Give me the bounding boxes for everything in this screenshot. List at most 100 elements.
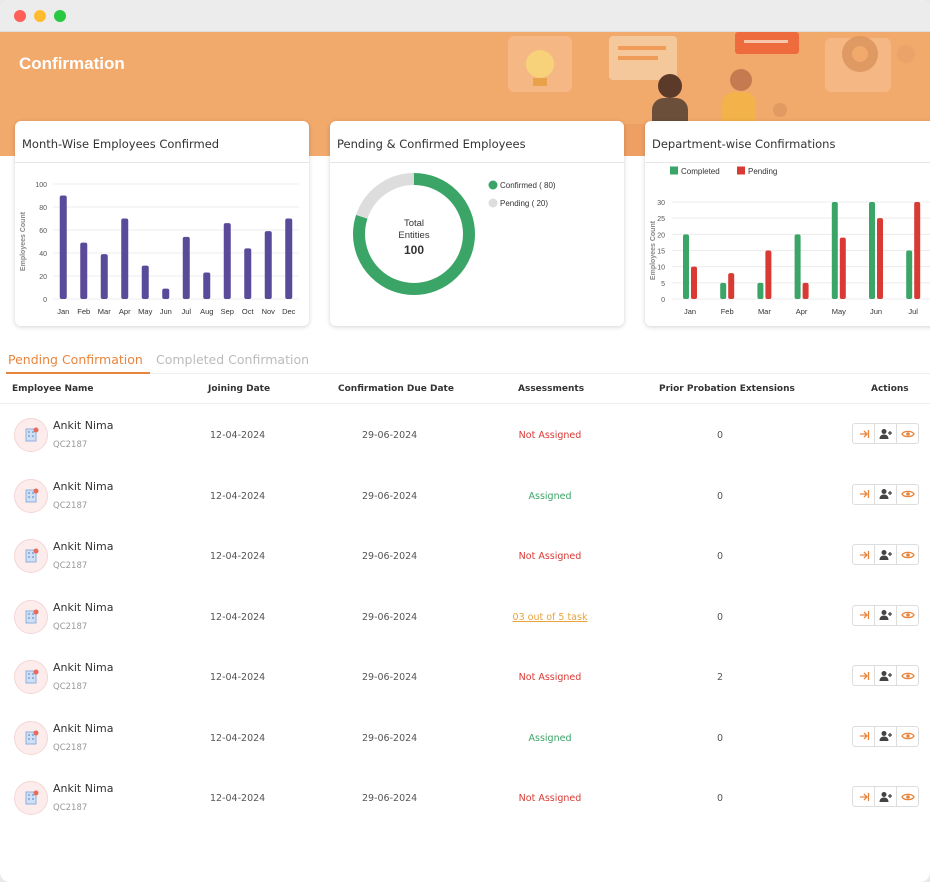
table-row[interactable]: Ankit Nima QC2187 12-04-2024 29-06-2024 … [0,465,930,526]
pending-confirmed-chart-card: Pending & Confirmed Employees Total Entit… [330,121,624,326]
legend-label: Confirmed ( 80) [500,181,556,190]
y-tick-label: 20 [657,232,665,239]
assign-action-button[interactable] [874,665,897,686]
bar [914,202,921,299]
table-row[interactable]: Ankit Nima QC2187 12-04-2024 29-06-2024 … [0,525,930,586]
bar [244,248,252,299]
bar [728,273,735,299]
employee-name[interactable]: Ankit Nima [53,540,113,553]
bar [162,288,170,299]
add-user-icon [879,731,892,741]
row-actions [852,483,919,505]
confirm-action-button[interactable] [852,604,875,626]
minimize-window-button[interactable] [34,9,46,22]
table-row[interactable]: Ankit Nima QC2187 12-04-2024 29-06-2024 … [0,404,930,465]
employee-name[interactable]: Ankit Nima [53,722,113,735]
add-user-icon [879,428,892,439]
bar [794,234,801,299]
building-icon [25,790,39,805]
close-window-button[interactable] [14,9,26,22]
assign-action-button[interactable] [874,483,897,505]
employee-name[interactable]: Ankit Nima [53,661,113,674]
view-action-button[interactable] [896,725,919,747]
y-tick-label: 25 [657,216,665,223]
y-tick-label: 15 [657,249,665,256]
assign-action-button[interactable] [874,544,897,565]
building-icon [25,488,39,502]
view-action-button[interactable] [896,423,919,444]
employee-id: QC2187 [53,561,88,571]
employee-name[interactable]: Ankit Nima [53,782,113,795]
table-row[interactable]: Ankit Nima QC2187 12-04-2024 29-06-2024 … [0,586,930,647]
employee-id: QC2187 [53,803,88,813]
x-tick-label: Feb [721,307,734,316]
confirm-action-button[interactable] [852,725,875,747]
tab-pending-confirmation[interactable]: Pending Confirmation [8,352,143,367]
prior-extensions: 2 [717,672,724,683]
view-action-button[interactable] [896,786,919,807]
column-header-due-date[interactable]: Confirmation Due Date [338,384,454,394]
column-header-extensions[interactable]: Prior Probation Extensions [659,384,795,394]
column-header-assessments[interactable]: Assessments [518,384,584,394]
bar [59,195,67,299]
table-row[interactable]: Ankit Nima QC2187 12-04-2024 29-06-2024 … [0,767,930,828]
bar [223,223,231,299]
bar [683,234,689,299]
employee-name[interactable]: Ankit Nima [53,419,113,432]
x-tick-label: Jul [181,307,191,316]
y-tick-label: 5 [661,281,665,288]
bar [720,282,727,299]
confirm-action-button[interactable] [852,423,875,444]
tab-completed-confirmation[interactable]: Completed Confirmation [156,352,309,367]
bar [839,237,846,299]
month-wise-chart-card: Month-Wise Employees Confirmed 0 20 40 60 80… [15,121,309,326]
table-row[interactable]: Ankit Nima QC2187 12-04-2024 29-06-2024 … [0,646,930,707]
x-tick-label: Feb [77,307,90,316]
view-action-button[interactable] [896,665,919,686]
add-user-icon [879,549,892,560]
bar [121,218,129,299]
eye-icon [900,611,915,619]
employee-id: QC2187 [53,742,88,753]
eye-icon [900,793,915,800]
building-icon [25,609,39,623]
prior-extensions: 0 [717,732,724,744]
x-tick-label: Apr [119,307,131,316]
joining-date: 12-04-2024 [210,672,266,683]
month-wise-bar-chart: 0 20 40 60 80 100 Employees Count Jan Feb Mar Apr M… [20,182,299,316]
assign-action-button[interactable] [874,725,897,747]
avatar [14,720,48,755]
confirm-action-button[interactable] [852,665,875,686]
assign-action-button[interactable] [874,786,897,807]
bar [691,266,697,299]
card-title: Department-wise Confirmations [645,121,930,163]
y-tick-label: 80 [39,205,47,212]
confirmation-due-date: 29-06-2024 [362,793,418,804]
column-header-employee-name[interactable]: Employee Name [12,384,94,394]
eye-icon [900,430,915,437]
view-action-button[interactable] [896,544,919,565]
confirmation-due-date: 29-06-2024 [362,611,418,623]
employee-name[interactable]: Ankit Nima [53,601,113,614]
x-tick-label: Oct [242,307,255,316]
assessment-status[interactable]: 03 out of 5 task [500,612,600,623]
donut-center-label: Entities [398,230,429,241]
confirm-action-button[interactable] [852,544,875,565]
bar [203,272,211,299]
view-action-button[interactable] [896,483,919,505]
confirm-action-button[interactable] [852,786,875,807]
table-row[interactable]: Ankit Nima QC2187 12-04-2024 29-06-2024 … [0,707,930,768]
x-tick-label: Aug [200,307,213,316]
assign-action-button[interactable] [874,423,897,444]
maximize-window-button[interactable] [54,9,66,22]
arrow-to-right-icon [859,671,869,680]
building-icon [25,730,39,744]
employee-name[interactable]: Ankit Nima [53,480,113,493]
bar [765,250,772,299]
confirm-action-button[interactable] [852,483,875,505]
x-tick-label: Jun [870,307,882,316]
view-action-button[interactable] [896,604,919,626]
assign-action-button[interactable] [874,604,897,626]
bar [264,231,272,299]
column-header-joining-date[interactable]: Joining Date [208,384,270,394]
